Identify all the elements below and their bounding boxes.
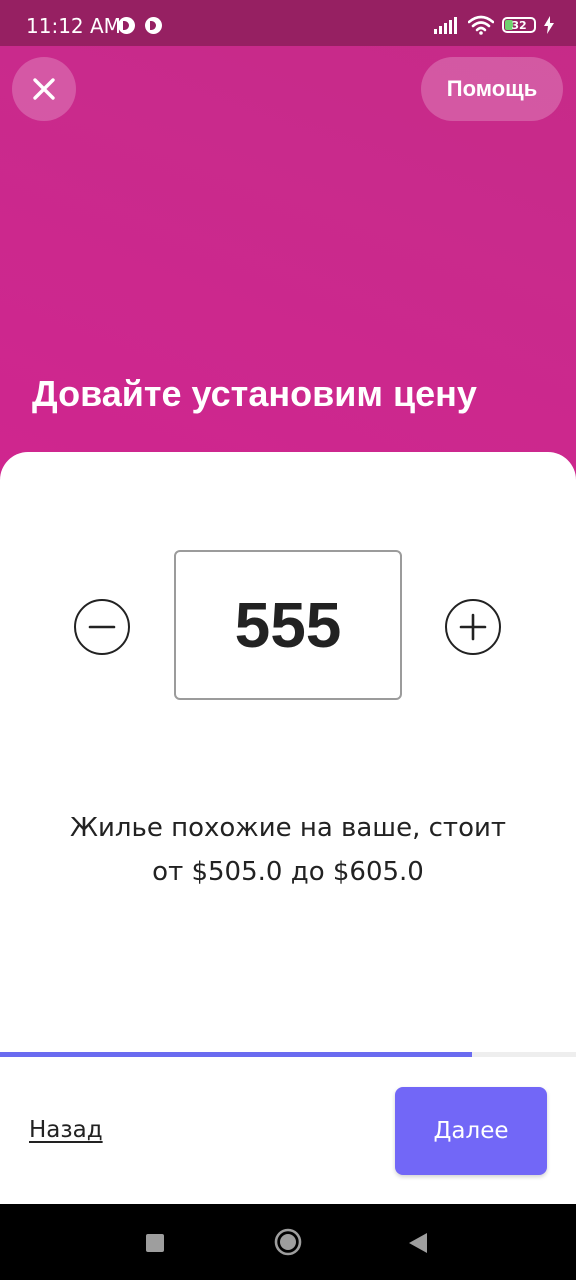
back-link[interactable]: Назад bbox=[29, 1117, 103, 1143]
minus-icon bbox=[88, 625, 116, 629]
home-button[interactable] bbox=[274, 1228, 302, 1256]
back-button[interactable] bbox=[408, 1232, 428, 1254]
battery-level: 32 bbox=[511, 18, 527, 32]
close-button[interactable] bbox=[12, 57, 76, 121]
decrease-price-button[interactable] bbox=[74, 599, 130, 655]
page-title: Довайте установим цену bbox=[32, 373, 477, 414]
app-notification-icon bbox=[145, 17, 162, 34]
close-icon bbox=[33, 78, 55, 100]
price-hint-line2: от $505.0 до $605.0 bbox=[152, 857, 424, 887]
price-input[interactable]: 555 bbox=[174, 550, 402, 700]
back-icon bbox=[409, 1233, 427, 1253]
help-button[interactable]: Помощь bbox=[421, 57, 563, 121]
battery-icon: 32 bbox=[502, 17, 536, 33]
price-hint: Жилье похожие на ваше, стоит от $505.0 д… bbox=[20, 806, 556, 894]
app-notification-icon bbox=[118, 17, 135, 34]
recent-apps-icon bbox=[146, 1234, 164, 1252]
wifi-icon bbox=[468, 15, 494, 35]
next-button[interactable]: Далее bbox=[395, 1087, 547, 1175]
footer: Назад Далее bbox=[0, 1057, 576, 1204]
status-bar: 11:12 AM 32 bbox=[0, 0, 576, 46]
status-icons: 32 bbox=[434, 14, 554, 36]
plus-icon bbox=[459, 613, 487, 641]
price-hint-line1: Жилье похожие на ваше, стоит bbox=[69, 813, 507, 843]
navigation-bar bbox=[0, 1204, 576, 1280]
home-icon bbox=[274, 1228, 302, 1256]
increase-price-button[interactable] bbox=[445, 599, 501, 655]
signal-icon bbox=[434, 17, 457, 34]
status-time: 11:12 AM bbox=[26, 14, 121, 38]
recent-apps-button[interactable] bbox=[146, 1234, 164, 1252]
charging-icon bbox=[544, 16, 554, 34]
